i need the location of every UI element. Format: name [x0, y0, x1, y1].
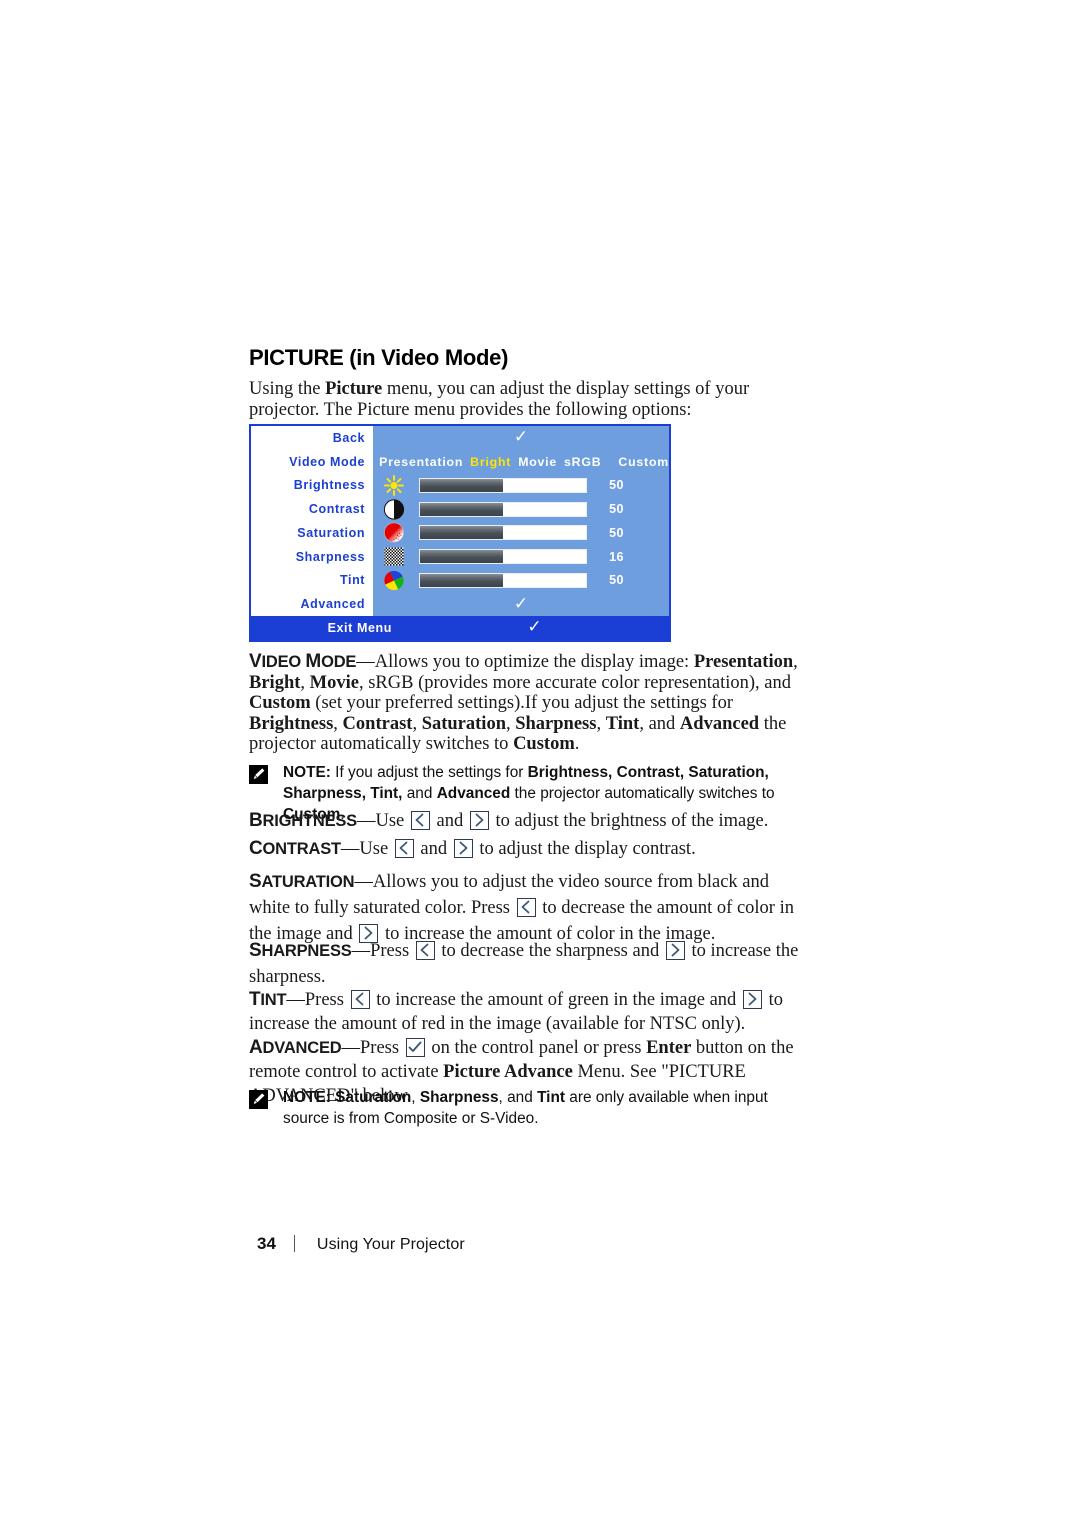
sharpness-slider-row: 16: [373, 546, 669, 567]
saturation-slider-track[interactable]: [419, 525, 588, 541]
osd-row-video-mode[interactable]: Presentation Bright Movie sRGB Custom: [373, 450, 669, 474]
term-brightness: BRIGHTNESS: [249, 810, 357, 831]
tint-slider-track[interactable]: [419, 572, 588, 588]
tint-slider-row: 50: [373, 570, 669, 591]
brightness-slider-row: 50: [373, 474, 669, 496]
video-mode-option-presentation[interactable]: Presentation: [379, 455, 463, 469]
footer-page-number: 34: [257, 1234, 276, 1253]
brightness-sun-icon: [381, 474, 407, 496]
sharpness-slider-track[interactable]: [419, 549, 588, 565]
video-mode-option-bright[interactable]: Bright: [470, 455, 511, 469]
note-2-label: NOTE:: [283, 1089, 331, 1106]
exit-menu-check-icon: ✓: [527, 617, 542, 636]
contrast-slider-row: 50: [373, 499, 669, 520]
tint-colorwheel-icon: [381, 570, 407, 591]
note-block-2: NOTE: Saturation, Sharpness, and Tint ar…: [249, 1087, 817, 1129]
note-1-label: NOTE:: [283, 764, 331, 781]
osd-label-sharpness[interactable]: Sharpness: [251, 545, 373, 569]
video-mode-option-custom[interactable]: Custom: [618, 455, 669, 469]
advanced-check-icon: ✓: [513, 593, 529, 613]
left-arrow-key-icon: [410, 811, 430, 830]
right-arrow-key-icon: [665, 941, 685, 960]
contrast-value: 50: [609, 502, 624, 517]
saturation-red-circle-icon: [381, 522, 407, 543]
term-advanced: ADVANCED: [249, 1037, 342, 1058]
osd-exit-menu-bar[interactable]: Exit Menu ✓: [251, 616, 669, 640]
tint-value: 50: [609, 573, 624, 588]
enter-check-key-icon: [405, 1038, 425, 1057]
contrast-slider-track[interactable]: [419, 501, 588, 517]
osd-row-saturation[interactable]: 50: [373, 521, 669, 545]
saturation-value: 50: [609, 525, 624, 540]
osd-row-brightness[interactable]: 50: [373, 474, 669, 498]
osd-label-advanced[interactable]: Advanced: [251, 592, 373, 616]
osd-label-tint[interactable]: Tint: [251, 569, 373, 593]
sharpness-paragraph: SHARPNESS—Press to decrease the sharpnes…: [249, 940, 799, 987]
back-check-icon: ✓: [513, 427, 529, 447]
left-arrow-key-icon: [350, 990, 370, 1009]
contrast-halfcircle-icon: [381, 499, 407, 520]
video-mode-option-srgb[interactable]: sRGB: [564, 455, 601, 469]
footer-divider: [293, 1235, 295, 1252]
right-arrow-key-icon: [469, 811, 489, 830]
page-title: PICTURE (in Video Mode): [249, 345, 509, 370]
osd-menu-body: Back Video Mode Brightness Contrast Satu…: [251, 426, 669, 616]
exit-menu-label: Exit Menu: [327, 621, 392, 635]
osd-label-back[interactable]: Back: [251, 426, 373, 450]
saturation-paragraph: SATURATION—Allows you to adjust the vide…: [249, 871, 794, 944]
page-footer: 34 Using Your Projector: [257, 1232, 465, 1254]
osd-row-contrast[interactable]: 50: [373, 497, 669, 521]
contrast-paragraph: CONTRAST—Use and to adjust the display c…: [249, 838, 696, 859]
video-mode-paragraph: VIDEO MODE—Allows you to optimize the di…: [249, 651, 805, 755]
osd-menu-screenshot: Back Video Mode Brightness Contrast Satu…: [249, 424, 671, 642]
document-page: PICTURE (in Video Mode) Using the Pictur…: [0, 0, 1080, 1528]
footer-section-name: Using Your Projector: [316, 1236, 465, 1253]
right-arrow-key-icon: [453, 839, 473, 858]
brightness-slider-track[interactable]: [419, 477, 588, 493]
osd-row-back[interactable]: ✓: [373, 426, 669, 450]
left-arrow-key-icon: [394, 839, 414, 858]
osd-label-video-mode[interactable]: Video Mode: [251, 450, 373, 474]
osd-label-brightness[interactable]: Brightness: [251, 474, 373, 498]
left-arrow-key-icon: [516, 898, 536, 917]
right-arrow-key-icon: [742, 990, 762, 1009]
osd-label-contrast[interactable]: Contrast: [251, 497, 373, 521]
osd-row-tint[interactable]: 50: [373, 569, 669, 593]
video-mode-options: Presentation Bright Movie sRGB Custom: [373, 455, 669, 469]
note-pencil-icon: [249, 765, 268, 784]
sharpness-value: 16: [609, 549, 624, 564]
brightness-value: 50: [609, 478, 624, 493]
osd-row-advanced[interactable]: ✓: [373, 592, 669, 616]
left-arrow-key-icon: [415, 941, 435, 960]
sharpness-checkerboard-icon: [381, 546, 407, 567]
term-saturation: SATURATION: [249, 871, 355, 892]
video-mode-option-movie[interactable]: Movie: [518, 455, 557, 469]
term-sharpness: SHARPNESS: [249, 940, 352, 961]
term-contrast: CONTRAST: [249, 838, 341, 859]
note-2-text: NOTE: Saturation, Sharpness, and Tint ar…: [283, 1089, 768, 1127]
saturation-slider-row: 50: [373, 522, 669, 543]
intro-paragraph: Using the Picture menu, you can adjust t…: [249, 379, 750, 420]
osd-label-saturation[interactable]: Saturation: [251, 521, 373, 545]
note-pencil-icon: [249, 1090, 268, 1109]
brightness-paragraph: BRIGHTNESS—Use and to adjust the brightn…: [249, 810, 769, 831]
tint-paragraph: TINT—Press to increase the amount of gre…: [249, 989, 783, 1034]
osd-row-sharpness[interactable]: 16: [373, 545, 669, 569]
osd-value-column: ✓ Presentation Bright Movie sRGB Custom: [373, 426, 669, 616]
osd-label-column: Back Video Mode Brightness Contrast Satu…: [251, 426, 374, 616]
term-video-mode: VIDEO MODE: [249, 651, 357, 672]
term-tint: TINT: [249, 989, 287, 1010]
